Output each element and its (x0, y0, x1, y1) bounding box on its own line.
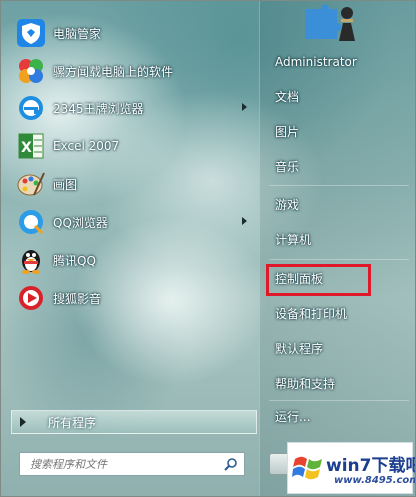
program-item-pc-manager[interactable]: 电脑管家 (9, 16, 259, 50)
menu-item-pictures[interactable]: 图片 (275, 121, 299, 143)
qq-penguin-icon (15, 244, 47, 276)
expand-arrow-icon (20, 417, 26, 427)
program-item-qq[interactable]: 腾讯QQ (9, 243, 259, 277)
program-label: 2345王牌浏览器 (53, 101, 144, 116)
all-programs-label: 所有程序 (48, 415, 97, 430)
menu-item-default-programs[interactable]: 默认程序 (275, 338, 323, 360)
search-input[interactable] (28, 456, 222, 472)
menu-item-documents[interactable]: 文档 (275, 86, 299, 108)
paint-palette-icon (15, 168, 47, 200)
control-panel-highlight-box (266, 264, 371, 296)
program-item-2345-browser[interactable]: 2345王牌浏览器 (9, 91, 259, 125)
excel-icon: X (15, 130, 47, 162)
menu-item-run[interactable]: 运行... (275, 406, 310, 428)
menu-item-administrator[interactable]: Administrator (275, 51, 357, 73)
start-menu: 电脑管家 骡方闻载电脑上的软件 2345王牌浏览器 X Excel 2007 画… (0, 0, 416, 497)
qq-browser-icon (15, 206, 47, 238)
user-picture[interactable] (303, 1, 363, 41)
program-item-qq-browser[interactable]: QQ浏览器 (9, 205, 259, 239)
browser-e-icon (15, 92, 47, 124)
program-item-excel[interactable]: X Excel 2007 (9, 129, 259, 163)
search-box[interactable] (19, 452, 245, 476)
menu-item-computer[interactable]: 计算机 (275, 229, 311, 251)
watermark-url: www.8495.com (334, 475, 416, 486)
menu-separator (269, 259, 409, 260)
submenu-arrow-icon (242, 103, 247, 111)
program-label: 电脑管家 (53, 26, 102, 41)
program-item-software[interactable]: 骡方闻载电脑上的软件 (9, 54, 259, 88)
menu-item-help-support[interactable]: 帮助和支持 (275, 373, 335, 395)
all-programs-button[interactable]: 所有程序 (11, 410, 257, 434)
program-label: 画图 (53, 177, 78, 192)
program-item-paint[interactable]: 画图 (9, 167, 259, 201)
menu-item-music[interactable]: 音乐 (275, 156, 299, 178)
program-label: Excel 2007 (53, 139, 120, 153)
site-watermark: win7下载吧 www.8495.com (287, 442, 416, 494)
submenu-arrow-icon (242, 217, 247, 225)
software-clover-icon (15, 55, 47, 87)
search-icon[interactable] (224, 457, 238, 474)
sohu-video-play-icon (15, 282, 47, 314)
watermark-brand: win7下载吧 (326, 456, 416, 476)
program-label: QQ浏览器 (53, 215, 108, 230)
program-label: 骡方闻载电脑上的软件 (53, 64, 174, 79)
program-label: 搜狐影音 (53, 291, 102, 306)
menu-item-devices-printers[interactable]: 设备和打印机 (275, 303, 347, 325)
windows-logo-icon (292, 451, 324, 486)
program-item-sohu-video[interactable]: 搜狐影音 (9, 281, 259, 315)
menu-separator (269, 185, 409, 186)
pc-manager-shield-icon (15, 17, 47, 49)
svg-text:X: X (21, 140, 32, 156)
menu-separator (269, 400, 409, 401)
menu-item-games[interactable]: 游戏 (275, 194, 299, 216)
program-label: 腾讯QQ (53, 253, 96, 268)
